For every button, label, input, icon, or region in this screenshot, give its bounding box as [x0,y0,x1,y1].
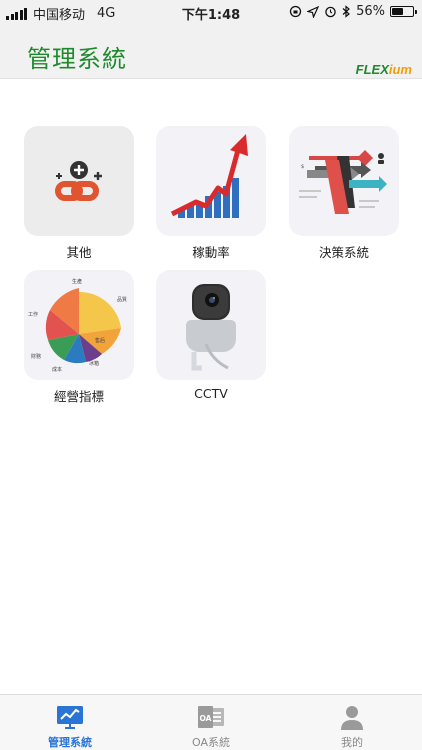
tab-me-label: 我的 [341,736,363,749]
location-arrow-icon [307,5,320,18]
tab-oa-label: OA系統 [192,736,230,749]
growth-chart-icon [170,134,248,218]
pie-label-finance: 財務 [31,353,41,360]
tab-bar: 管理系統 OA OA系統 我的 [0,694,422,750]
tile-utilization-label: 稼動率 [192,245,230,260]
brand-logo: FLEXium [356,62,412,77]
tile-other-icon-box[interactable] [24,126,134,236]
svg-text:$: $ [301,164,304,170]
page-title: 管理系統 [27,45,127,73]
svg-text:OA: OA [200,714,212,723]
bluetooth-icon [342,5,351,18]
tab-management[interactable]: 管理系統 [0,695,140,750]
tile-cctv[interactable]: CCTV [156,270,266,401]
battery-percent: 56% [356,4,385,19]
link-add-icon [55,161,102,201]
monitor-chart-icon [57,706,83,729]
pie-label-quality: 品質 [117,296,127,303]
person-icon [341,706,363,730]
camera-icon [186,284,236,371]
pie-chart-icon: 生產 品質 售后 冰箱 成本 財務 工作 [28,278,127,373]
tile-cctv-label: CCTV [194,386,228,401]
pie-label-production: 生產 [72,278,82,285]
pie-label-service: 售后 [95,337,105,344]
outlook-icon: OA [198,706,224,728]
tab-oa[interactable]: OA OA系統 [141,695,281,750]
tile-kpi-icon-box[interactable]: 生產 品質 售后 冰箱 成本 財務 工作 [24,270,134,380]
brand-prefix: FLEX [355,62,389,77]
status-bar: 中国移动 4G 下午1:48 56% [0,0,422,24]
tile-other[interactable]: 其他 [24,126,134,261]
pie-label-cost: 成本 [52,366,62,373]
brand-suffix: ium [388,62,412,77]
rotation-lock-icon [289,5,302,18]
tab-me[interactable]: 我的 [282,695,422,750]
battery-level [392,8,404,15]
tile-kpi-label: 經營指標 [53,389,104,404]
tile-decision[interactable]: $ 決策系統 [289,126,399,261]
status-right: 56% [289,4,417,19]
alarm-icon [325,6,336,18]
app-header: 管理系統 FLEXium [0,24,422,79]
pie-label-work: 工作 [28,311,38,318]
battery-icon [390,6,417,17]
tab-management-label: 管理系統 [48,736,92,749]
tile-utilization-icon-box[interactable] [156,126,266,236]
tile-utilization[interactable]: 稼動率 [156,126,266,261]
tile-kpi[interactable]: 生產 品質 售后 冰箱 成本 財務 工作 經營指標 [24,270,134,405]
pie-label-fridge: 冰箱 [89,360,99,367]
decision-arrows-icon: $ [299,150,387,214]
tile-cctv-icon-box[interactable] [156,270,266,380]
tile-other-label: 其他 [66,245,92,260]
tile-decision-label: 決策系統 [318,245,369,260]
tile-decision-icon-box[interactable]: $ [289,126,399,236]
